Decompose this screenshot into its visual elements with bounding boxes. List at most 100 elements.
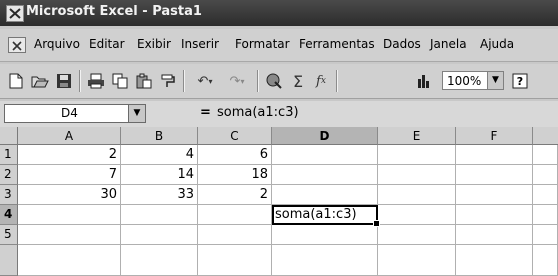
toolbar-separator [336, 70, 337, 92]
cell-c4[interactable] [198, 205, 272, 225]
chevron-down-icon[interactable]: ▼ [128, 105, 145, 122]
row-header-6-partial[interactable] [0, 245, 18, 276]
cell-a6[interactable] [18, 245, 121, 276]
cell-c5[interactable] [198, 225, 272, 245]
name-box[interactable]: D4 ▼ [4, 104, 146, 123]
chevron-down-icon[interactable]: ▼ [487, 72, 503, 89]
row-header-5[interactable]: 5 [0, 225, 18, 245]
cell-a5[interactable] [18, 225, 121, 245]
cell-c3[interactable]: 2 [198, 185, 272, 205]
cell-f1[interactable] [456, 145, 533, 165]
cell-b5[interactable] [121, 225, 198, 245]
chart-wizard-icon[interactable] [414, 70, 434, 92]
column-header-g-partial[interactable] [533, 127, 558, 145]
new-icon[interactable] [6, 70, 26, 92]
column-header-d[interactable]: D [272, 127, 378, 145]
cell-d1[interactable] [272, 145, 378, 165]
redo-icon[interactable]: ↷ ▾ [222, 70, 252, 92]
menu-arquivo[interactable]: Arquivo [34, 37, 80, 51]
column-header-a[interactable]: A [18, 127, 121, 145]
menu-bar: Arquivo Editar Exibir Inserir Formatar F… [0, 29, 558, 62]
cell-e3[interactable] [378, 185, 456, 205]
toolbar-separator [79, 70, 80, 92]
cell-d3[interactable] [272, 185, 378, 205]
cell-e4[interactable] [378, 205, 456, 225]
cell-g1[interactable] [533, 145, 558, 165]
cell-g4[interactable] [533, 205, 558, 225]
menu-editar[interactable]: Editar [89, 37, 125, 51]
cell-c6[interactable] [198, 245, 272, 276]
menu-exibir[interactable]: Exibir [137, 37, 171, 51]
column-header-c[interactable]: C [198, 127, 272, 145]
row-header-2[interactable]: 2 [0, 165, 18, 185]
cell-f2[interactable] [456, 165, 533, 185]
row-header-1[interactable]: 1 [0, 145, 18, 165]
cell-d5[interactable] [272, 225, 378, 245]
cell-a3[interactable]: 30 [18, 185, 121, 205]
menu-dados[interactable]: Dados [383, 37, 421, 51]
row-header-4[interactable]: 4 [0, 205, 18, 225]
excel-window: Microsoft Excel - Pasta1 Arquivo Editar … [0, 0, 558, 276]
zoom-value: 100% [447, 74, 482, 88]
cell-e5[interactable] [378, 225, 456, 245]
open-icon[interactable] [30, 70, 50, 92]
cell-d6[interactable] [272, 245, 378, 276]
help-icon[interactable]: ? [510, 70, 530, 92]
cell-e1[interactable] [378, 145, 456, 165]
cell-a4[interactable] [18, 205, 121, 225]
workbook-icon[interactable] [8, 37, 26, 53]
excel-app-icon[interactable] [6, 5, 24, 22]
menu-ajuda[interactable]: Ajuda [480, 37, 514, 51]
menu-janela[interactable]: Janela [430, 37, 467, 51]
cell-a2[interactable]: 7 [18, 165, 121, 185]
paste-icon[interactable] [134, 70, 154, 92]
cell-a1[interactable]: 2 [18, 145, 121, 165]
cell-d2[interactable] [272, 165, 378, 185]
cell-f4[interactable] [456, 205, 533, 225]
standard-toolbar: ↶ ▾ ↷ ▾ Σ fx 100% ▼ ? [0, 64, 558, 99]
cell-g5[interactable] [533, 225, 558, 245]
cell-c1[interactable]: 6 [198, 145, 272, 165]
cell-f5[interactable] [456, 225, 533, 245]
column-header-b[interactable]: B [121, 127, 198, 145]
column-header-e[interactable]: E [378, 127, 456, 145]
cell-b2[interactable]: 14 [121, 165, 198, 185]
cell-e2[interactable] [378, 165, 456, 185]
zoom-select[interactable]: 100% ▼ [442, 71, 504, 90]
row-header-3[interactable]: 3 [0, 185, 18, 205]
hyperlink-icon[interactable] [264, 70, 284, 92]
copy-icon[interactable] [110, 70, 130, 92]
function-icon[interactable]: fx [311, 70, 331, 92]
fill-handle[interactable] [373, 220, 380, 227]
autosum-icon[interactable]: Σ [288, 70, 308, 92]
cell-b3[interactable]: 33 [121, 185, 198, 205]
cell-f3[interactable] [456, 185, 533, 205]
menu-formatar[interactable]: Formatar [235, 37, 290, 51]
name-box-value: D4 [61, 106, 78, 120]
column-header-f[interactable]: F [456, 127, 533, 145]
select-all-corner[interactable] [0, 127, 18, 145]
cell-f6[interactable] [456, 245, 533, 276]
cell-b4[interactable] [121, 205, 198, 225]
cell-b1[interactable]: 4 [121, 145, 198, 165]
cell-e6[interactable] [378, 245, 456, 276]
cell-b6[interactable] [121, 245, 198, 276]
cell-d4[interactable]: soma(a1:c3) [272, 205, 380, 227]
menu-inserir[interactable]: Inserir [181, 37, 219, 51]
cell-c2[interactable]: 18 [198, 165, 272, 185]
window-title: Microsoft Excel - Pasta1 [26, 4, 202, 19]
equals-sign: = [200, 105, 211, 120]
formula-bar: D4 ▼ = soma(a1:c3) [0, 101, 558, 128]
svg-text:?: ? [517, 75, 523, 88]
format-painter-icon[interactable] [158, 70, 178, 92]
save-icon[interactable] [54, 70, 74, 92]
menu-ferramentas[interactable]: Ferramentas [299, 37, 375, 51]
formula-input[interactable]: soma(a1:c3) [217, 105, 299, 120]
cell-g3[interactable] [533, 185, 558, 205]
print-icon[interactable] [86, 70, 106, 92]
cell-g2[interactable] [533, 165, 558, 185]
worksheet-grid: A B C D E F 1 2 3 4 5 2 4 6 7 14 18 30 33 2 soma(… [0, 127, 558, 276]
toolbar-separator [257, 70, 258, 92]
undo-icon[interactable]: ↶ ▾ [190, 70, 220, 92]
cell-g6[interactable] [533, 245, 558, 276]
